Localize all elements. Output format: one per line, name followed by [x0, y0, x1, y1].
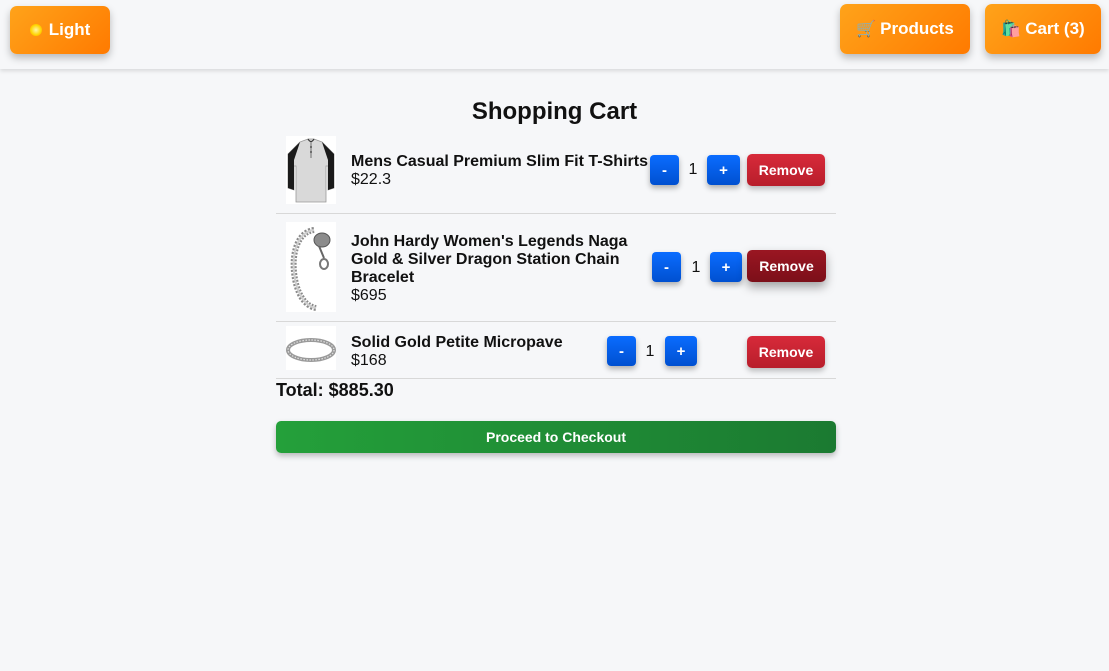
item-price: $22.3	[351, 171, 392, 188]
remove-item-button[interactable]: Remove	[747, 250, 826, 282]
bracelet-image	[286, 222, 336, 312]
increment-quantity-button[interactable]: +	[710, 252, 742, 282]
theme-toggle-label: Light	[48, 20, 91, 39]
cart-icon: 🛒	[856, 21, 877, 38]
cart-nav-label: Cart (3)	[1025, 19, 1085, 38]
quantity-value: 1	[645, 343, 655, 360]
shopping-bag-icon: 🛍️	[1001, 21, 1022, 38]
item-price: $695	[351, 287, 387, 304]
decrement-quantity-button[interactable]: -	[652, 252, 681, 282]
products-nav-button[interactable]: 🛒 Products	[840, 4, 970, 54]
ring-image	[286, 326, 336, 370]
remove-item-button[interactable]: Remove	[747, 154, 825, 186]
cart-item: John Hardy Women's Legends Naga Gold & S…	[276, 214, 836, 322]
cart-item: Mens Casual Premium Slim Fit T-Shirts $2…	[276, 134, 836, 214]
decrement-quantity-button[interactable]: -	[650, 155, 679, 185]
item-info: Mens Casual Premium Slim Fit T-Shirts $2…	[351, 153, 651, 189]
page-title: Shopping Cart	[471, 98, 638, 125]
products-nav-label: Products	[880, 19, 954, 38]
item-name: Mens Casual Premium Slim Fit T-Shirts	[351, 153, 648, 170]
cart-item-list: Mens Casual Premium Slim Fit T-Shirts $2…	[276, 134, 836, 379]
checkout-button[interactable]: Proceed to Checkout	[276, 421, 836, 453]
increment-quantity-button[interactable]: +	[707, 155, 740, 185]
cart-total: Total: $885.30	[276, 380, 394, 400]
item-info: Solid Gold Petite Micropave $168	[351, 334, 611, 370]
theme-toggle-button[interactable]: Light	[10, 6, 110, 54]
increment-quantity-button[interactable]: +	[665, 336, 697, 366]
quantity-value: 1	[691, 259, 701, 276]
item-info: John Hardy Women's Legends Naga Gold & S…	[351, 233, 631, 305]
decrement-quantity-button[interactable]: -	[607, 336, 636, 366]
t-shirt-image	[286, 136, 336, 204]
remove-item-button[interactable]: Remove	[747, 336, 825, 368]
item-name: John Hardy Women's Legends Naga Gold & S…	[351, 233, 628, 286]
sun-icon	[29, 24, 45, 36]
cart-item: Solid Gold Petite Micropave $168 - 1 + R…	[276, 322, 836, 379]
cart-nav-button[interactable]: 🛍️ Cart (3)	[985, 4, 1101, 54]
quantity-value: 1	[688, 161, 698, 178]
top-nav-bar: Light 🛒 Products 🛍️ Cart (3)	[0, 0, 1109, 69]
item-price: $168	[351, 352, 387, 369]
item-name: Solid Gold Petite Micropave	[351, 334, 563, 351]
